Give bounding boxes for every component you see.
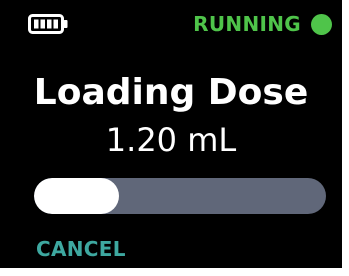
status-dot-icon: [311, 13, 332, 35]
progress-bar: [34, 178, 326, 214]
run-status: RUNNING: [193, 11, 332, 37]
status-label: RUNNING: [193, 12, 301, 36]
device-screen: RUNNING Loading Dose 1.20 mL CANCEL: [0, 0, 342, 268]
battery-full-icon: [28, 14, 68, 34]
dose-volume: 1.20 mL: [105, 121, 237, 159]
progress-fill: [34, 178, 119, 214]
cancel-button[interactable]: CANCEL: [36, 236, 126, 262]
page-title: Loading Dose: [33, 72, 309, 113]
